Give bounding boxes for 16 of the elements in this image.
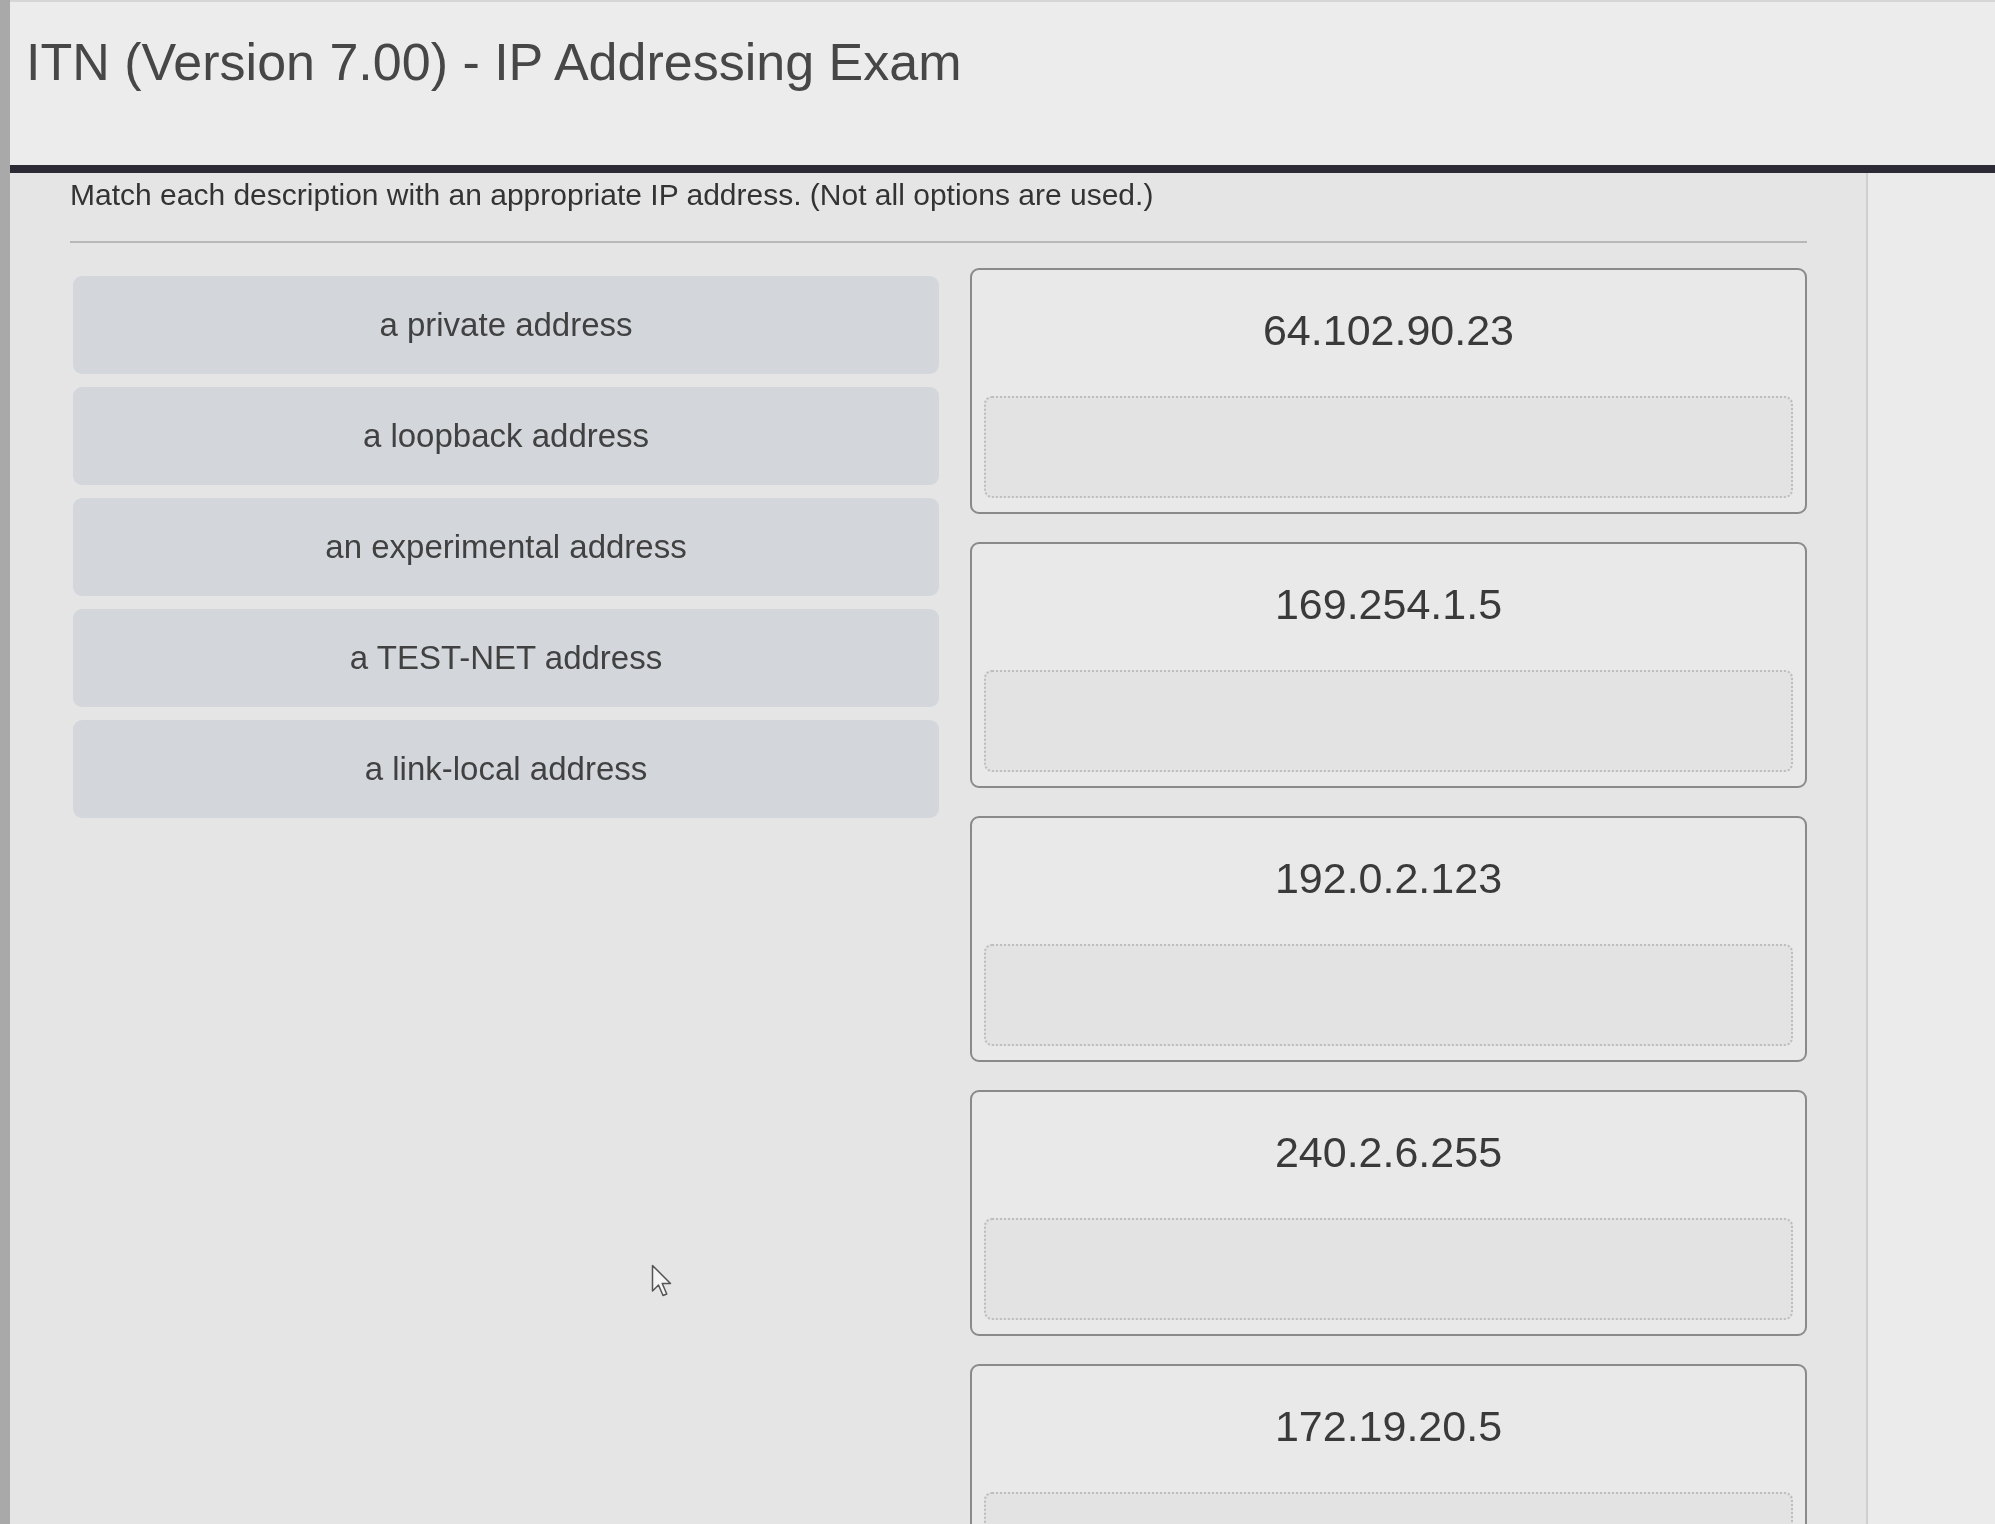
draggable-option[interactable]: an experimental address xyxy=(73,498,939,596)
answer-box[interactable] xyxy=(984,1218,1793,1320)
draggable-option[interactable]: a loopback address xyxy=(73,387,939,485)
question-instruction: Match each description with an appropriate IP address. (Not all options are used.) xyxy=(70,177,1154,213)
draggable-option[interactable]: a TEST-NET address xyxy=(73,609,939,707)
ip-address-label: 64.102.90.23 xyxy=(1262,305,1515,356)
draggable-option[interactable]: a link-local address xyxy=(73,720,939,818)
draggable-option[interactable]: a private address xyxy=(73,276,939,374)
ip-address-label: 169.254.1.5 xyxy=(1274,579,1503,630)
ip-address-label: 192.0.2.123 xyxy=(1274,853,1503,904)
ip-address-label: 172.19.20.5 xyxy=(1274,1401,1503,1452)
ip-address-label: 240.2.6.255 xyxy=(1274,1127,1503,1178)
answer-box[interactable] xyxy=(984,670,1793,772)
answer-box[interactable] xyxy=(984,396,1793,498)
page-title: ITN (Version 7.00) - IP Addressing Exam xyxy=(26,32,962,93)
answer-box[interactable] xyxy=(984,944,1793,1046)
